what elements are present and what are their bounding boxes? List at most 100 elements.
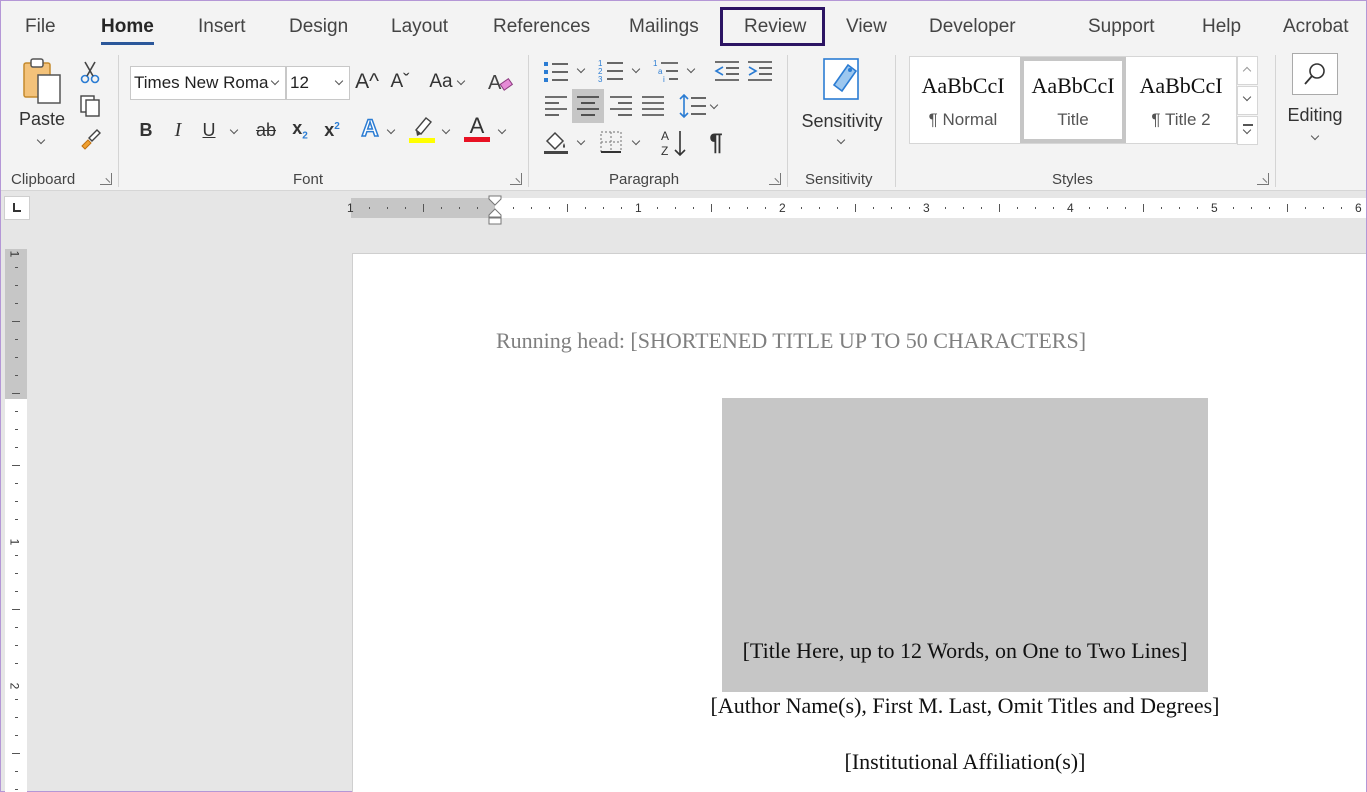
document-author[interactable]: [Author Name(s), First M. Last, Omit Tit… bbox=[353, 693, 1367, 719]
ruler-tick bbox=[891, 207, 892, 209]
multilevel-list-chevron-down-icon[interactable] bbox=[686, 64, 696, 74]
tab-acrobat[interactable]: Acrobat bbox=[1283, 14, 1348, 40]
font-color-button[interactable]: A bbox=[463, 111, 491, 145]
indent-marker-icon[interactable] bbox=[488, 195, 502, 225]
vertical-ruler[interactable]: 1 1 2 bbox=[5, 249, 27, 792]
styles-launcher-icon[interactable] bbox=[1257, 173, 1269, 185]
cut-button[interactable] bbox=[77, 59, 103, 85]
tab-layout[interactable]: Layout bbox=[391, 14, 448, 40]
underline-chevron-down-icon[interactable] bbox=[229, 125, 239, 135]
document-page[interactable]: Running head: [SHORTENED TITLE UP TO 50 … bbox=[352, 253, 1366, 792]
strikethrough-button[interactable]: ab bbox=[253, 115, 279, 145]
styles-more-button[interactable] bbox=[1237, 116, 1258, 145]
align-center-button[interactable] bbox=[572, 89, 604, 123]
style-title-2-label: ¶ Title 2 bbox=[1151, 110, 1211, 129]
tab-insert[interactable]: Insert bbox=[198, 14, 246, 40]
show-formatting-marks-button[interactable]: ¶ bbox=[703, 127, 729, 159]
ruler-tick bbox=[15, 717, 18, 718]
style-title[interactable]: AaBbCcI Title bbox=[1020, 57, 1126, 143]
svg-text:i: i bbox=[663, 75, 665, 84]
clipboard-launcher-icon[interactable] bbox=[100, 173, 112, 185]
grow-font-button[interactable]: A^ bbox=[354, 67, 380, 97]
font-name-combobox[interactable]: Times New Roma bbox=[130, 66, 286, 100]
ruler-tick bbox=[12, 753, 20, 754]
tab-stop-selector[interactable] bbox=[4, 196, 30, 220]
shading-chevron-down-icon[interactable] bbox=[576, 136, 586, 146]
highlight-button[interactable] bbox=[408, 113, 436, 145]
decrease-indent-button[interactable] bbox=[713, 57, 741, 85]
multilevel-list-button[interactable]: 1ai bbox=[652, 57, 680, 85]
ruler-number: 1 bbox=[7, 250, 22, 258]
document-affiliation[interactable]: [Institutional Affiliation(s)] bbox=[353, 749, 1367, 775]
magnifier-icon bbox=[1304, 63, 1325, 85]
ruler-tick bbox=[1305, 207, 1306, 209]
document-title[interactable]: [Title Here, up to 12 Words, on One to T… bbox=[722, 638, 1208, 664]
bullets-button[interactable] bbox=[542, 57, 570, 85]
underline-button[interactable]: U bbox=[197, 115, 221, 145]
style-title-2[interactable]: AaBbCcI ¶ Title 2 bbox=[1128, 57, 1234, 143]
align-left-button[interactable] bbox=[542, 91, 570, 121]
tab-help[interactable]: Help bbox=[1202, 14, 1241, 40]
ruler-tick bbox=[15, 375, 18, 376]
tab-references[interactable]: References bbox=[493, 14, 590, 40]
text-effects-button[interactable]: A bbox=[357, 113, 383, 145]
borders-button[interactable] bbox=[597, 127, 625, 157]
sort-button[interactable]: AZ bbox=[660, 127, 690, 159]
borders-icon bbox=[600, 131, 622, 153]
ruler-tick bbox=[15, 267, 18, 268]
italic-button[interactable]: I bbox=[166, 115, 190, 145]
tab-design[interactable]: Design bbox=[289, 14, 348, 40]
font-color-bar bbox=[464, 136, 490, 142]
ruler-tick bbox=[15, 555, 18, 556]
ruler-tick bbox=[15, 573, 18, 574]
highlight-chevron-down-icon[interactable] bbox=[441, 125, 451, 135]
tab-view[interactable]: View bbox=[846, 14, 887, 40]
sensitivity-button-label: Sensitivity bbox=[801, 111, 883, 131]
text-effects-chevron-down-icon[interactable] bbox=[386, 125, 396, 135]
font-color-chevron-down-icon[interactable] bbox=[497, 125, 507, 135]
clear-formatting-button[interactable]: A bbox=[485, 67, 515, 97]
horizontal-ruler[interactable]: 1 1 2 3 4 5 6 bbox=[347, 195, 1366, 225]
tab-file[interactable]: File bbox=[25, 14, 56, 40]
format-painter-button[interactable] bbox=[77, 127, 103, 153]
tab-support[interactable]: Support bbox=[1088, 14, 1155, 40]
shading-button[interactable] bbox=[542, 127, 570, 157]
running-head[interactable]: Running head: [SHORTENED TITLE UP TO 50 … bbox=[496, 328, 1086, 354]
shrink-font-button[interactable]: Aˇ bbox=[387, 67, 413, 97]
paragraph-launcher-icon[interactable] bbox=[769, 173, 781, 185]
copy-button[interactable] bbox=[77, 93, 103, 119]
subscript-button[interactable]: x2 bbox=[288, 115, 312, 145]
line-spacing-chevron-down-icon[interactable] bbox=[709, 100, 719, 110]
ruler-tick bbox=[1107, 207, 1108, 209]
style-normal[interactable]: AaBbCcI ¶ Normal bbox=[910, 57, 1016, 143]
ruler-tick bbox=[15, 339, 18, 340]
change-case-chevron-down-icon[interactable] bbox=[456, 76, 466, 86]
numbering-button[interactable]: 123 bbox=[597, 57, 625, 85]
font-launcher-icon[interactable] bbox=[510, 173, 522, 185]
bold-button[interactable]: B bbox=[134, 115, 158, 145]
tab-home[interactable]: Home bbox=[101, 14, 154, 45]
ruler-tick bbox=[15, 285, 18, 286]
clear-formatting-icon: A bbox=[488, 72, 514, 94]
ruler-tick bbox=[1233, 207, 1234, 209]
justify-button[interactable] bbox=[639, 91, 667, 121]
numbering-chevron-down-icon[interactable] bbox=[631, 64, 641, 74]
chevron-down-icon bbox=[1242, 92, 1252, 102]
ruler-number: 1 bbox=[347, 201, 354, 215]
tab-mailings[interactable]: Mailings bbox=[629, 14, 699, 40]
ruler-tick bbox=[873, 207, 874, 209]
paint-bucket-icon bbox=[544, 131, 568, 154]
styles-scroll-down-button[interactable] bbox=[1237, 86, 1258, 115]
tab-developer[interactable]: Developer bbox=[929, 14, 1016, 40]
bullets-chevron-down-icon[interactable] bbox=[576, 64, 586, 74]
line-spacing-icon bbox=[679, 93, 706, 119]
styles-scroll-up-button[interactable] bbox=[1237, 56, 1258, 85]
change-case-button[interactable]: Aa bbox=[425, 67, 457, 97]
superscript-button[interactable]: x2 bbox=[320, 115, 344, 145]
borders-chevron-down-icon[interactable] bbox=[631, 136, 641, 146]
increase-indent-button[interactable] bbox=[746, 57, 774, 85]
line-spacing-button[interactable] bbox=[678, 91, 708, 121]
align-right-button[interactable] bbox=[607, 91, 635, 121]
ruler-number: 4 bbox=[1067, 201, 1074, 215]
ruler-number: 1 bbox=[635, 201, 642, 215]
